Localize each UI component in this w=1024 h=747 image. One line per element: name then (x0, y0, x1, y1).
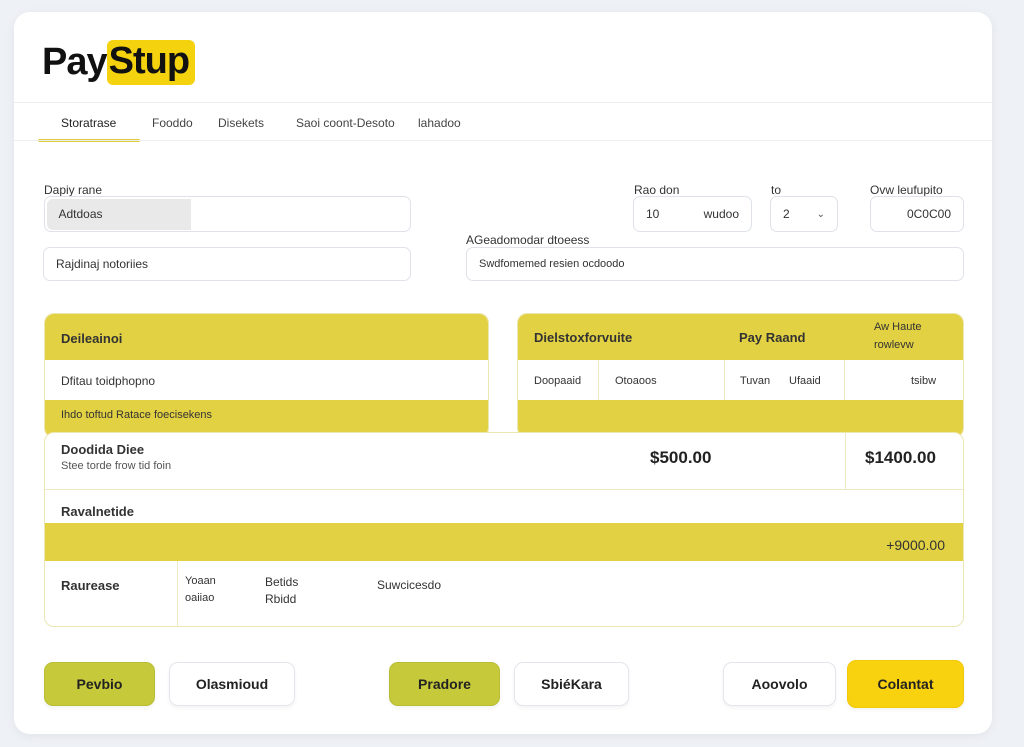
secondary-button-3[interactable]: Aoovolo (723, 662, 836, 706)
to-label: to (771, 183, 782, 197)
summary-footer-c3: Suwcicesdo (377, 578, 442, 592)
main-card: Pay Stup Storatrase Fooddo Disekets Saoi … (14, 12, 992, 734)
summary-divider (845, 433, 846, 489)
display-name-prefix: Adtdoas (46, 198, 191, 230)
summary-footer-c2a: Betids (265, 575, 299, 589)
summary-yellow-amount: +9000.00 (886, 537, 945, 553)
right-panel-col3-header-b: rowlevw (874, 339, 914, 351)
right-panel-col3-header-a: Aw Haute (874, 321, 922, 333)
summary-footer-c2b: Rbidd (265, 592, 297, 606)
summary-amount-right: $1400.00 (865, 448, 936, 467)
right-panel-divider (724, 360, 725, 400)
left-panel-row1: Dfitau toidphopno (61, 374, 156, 388)
brand-logo: Pay Stup (42, 40, 196, 85)
right-panel-sub-col2: Otoaoos (615, 375, 657, 387)
left-panel-title: Deileainoi (61, 331, 123, 346)
tabs-bottom-divider (14, 140, 992, 141)
display-name-label: Dapiy rane (44, 183, 103, 197)
tabs-top-divider (14, 102, 992, 103)
right-panel-col1-header: Dielstoxforvuite (534, 330, 633, 345)
overview-input[interactable]: 0C0C00 (870, 196, 964, 232)
date-value-left: 10 (646, 207, 660, 221)
summary-panel: Doodida Diee Stee torde frow tid foin $5… (44, 432, 964, 627)
display-name-input[interactable]: Adtdoas (44, 196, 411, 232)
right-panel: Dielstoxforvuite Pay Raand Aw Haute rowl… (517, 313, 964, 438)
summary-divider (177, 561, 178, 626)
summary-footer-c1b: oaiiao (185, 592, 215, 604)
primary-button-1[interactable]: Pevbio (44, 662, 155, 706)
date-value-right: wudoo (703, 207, 739, 221)
right-panel-col2-header: Pay Raand (739, 330, 806, 345)
date-input[interactable]: 10 wudoo (633, 196, 752, 232)
to-select-value: 2 (783, 207, 790, 221)
secondary-button-1[interactable]: Olasmioud (169, 662, 295, 706)
right-panel-sub-col1: Doopaaid (534, 375, 582, 387)
chevron-down-icon: ⌄ (816, 208, 825, 220)
right-panel-sub-col4: Ufaaid (789, 375, 821, 387)
tab-fooddo[interactable]: Fooddo (152, 116, 193, 130)
summary-divider (45, 489, 963, 490)
right-panel-divider (598, 360, 599, 400)
agency-label: AGeadomodar dtoeess (466, 233, 590, 247)
summary-section-label: Ravalnetide (61, 504, 134, 519)
summary-yellow-band (45, 523, 963, 561)
address-field[interactable]: Rajdinaj notoriies (43, 247, 411, 281)
right-panel-sub-col5: tsibw (911, 375, 937, 387)
address-field-text: Rajdinaj notoriies (56, 257, 149, 271)
left-panel: Deileainoi Dfitau toidphopno Ihdo toftud… (44, 313, 489, 438)
secondary-button-2[interactable]: SbiéKara (514, 662, 629, 706)
agency-field-text: Swdfomemed resien ocdoodo (479, 258, 625, 270)
summary-footer-label: Raurease (61, 578, 120, 593)
summary-amount-mid: $500.00 (650, 448, 712, 467)
tab-disekets[interactable]: Disekets (218, 116, 264, 130)
logo-text-part2: Stup (106, 40, 196, 85)
summary-subtitle: Stee torde frow tid foin (61, 460, 172, 472)
right-panel-divider (844, 360, 845, 400)
date-label: Rao don (634, 183, 680, 197)
overview-label: Ovw leufupito (870, 183, 943, 197)
tab-storatrase[interactable]: Storatrase (61, 116, 116, 130)
summary-title: Doodida Diee (61, 442, 145, 457)
tab-saoi-coont[interactable]: Saoi coont-Desoto (296, 116, 395, 130)
overview-value: 0C0C00 (906, 207, 951, 221)
logo-text-part1: Pay (42, 41, 108, 83)
primary-button-2[interactable]: Pradore (389, 662, 500, 706)
agency-field[interactable]: Swdfomemed resien ocdoodo (466, 247, 964, 281)
tab-lahadoo[interactable]: lahadoo (418, 116, 461, 130)
summary-footer-c1a: Yoaan (185, 575, 216, 587)
to-select[interactable]: 2 ⌄ (770, 196, 838, 232)
left-panel-row2: Ihdo toftud Ratace foecisekens (61, 409, 213, 421)
right-panel-sub-col3: Tuvan (740, 375, 771, 387)
submit-button[interactable]: Colantat (847, 660, 964, 708)
